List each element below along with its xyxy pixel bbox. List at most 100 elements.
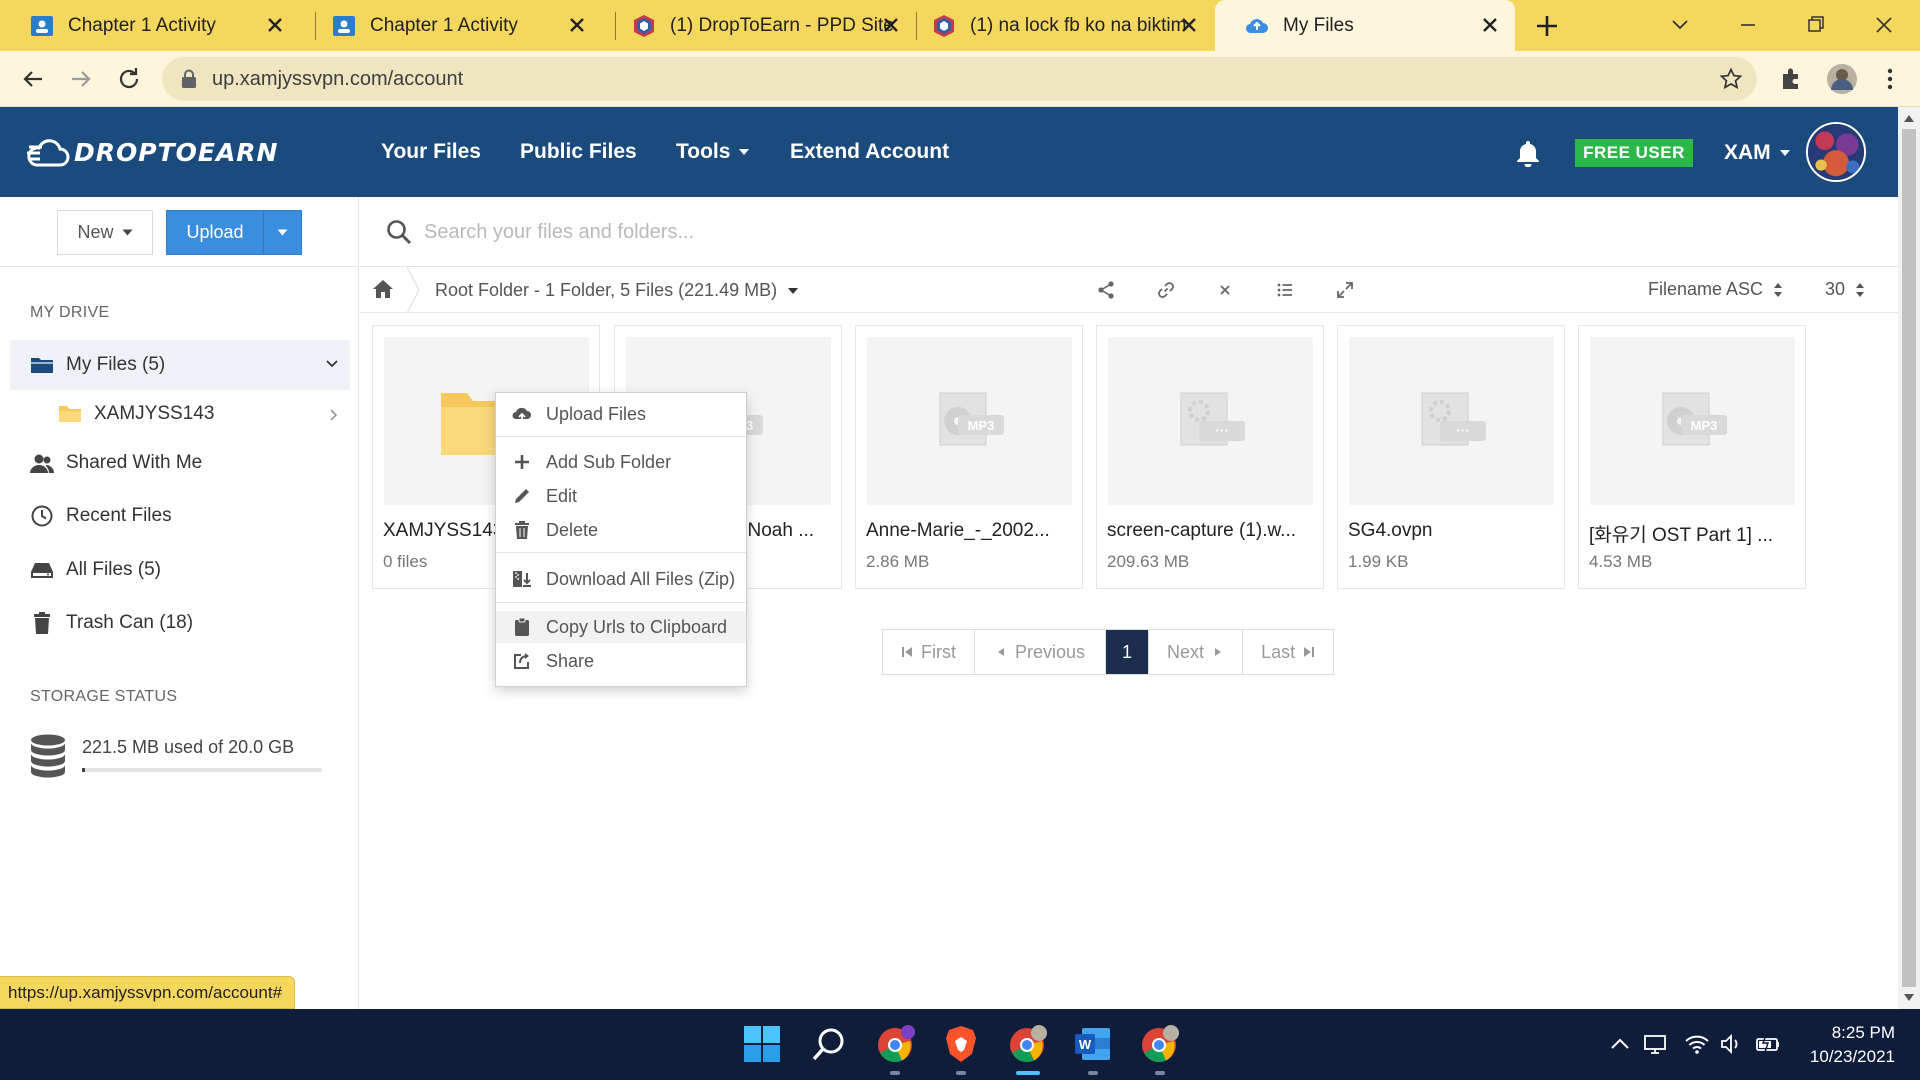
- caret-down-icon[interactable]: [277, 229, 288, 236]
- wifi-icon[interactable]: [1685, 1033, 1709, 1055]
- fullscreen-icon[interactable]: [1335, 280, 1355, 300]
- new-button[interactable]: New: [57, 210, 153, 255]
- profile-avatar-icon[interactable]: [1826, 63, 1858, 95]
- upload-button[interactable]: Upload: [166, 210, 302, 255]
- browser-tab-4[interactable]: (1) na lock fb ko na biktim: [902, 0, 1214, 51]
- pager-current-page[interactable]: 1: [1106, 630, 1150, 674]
- user-menu[interactable]: XAM: [1724, 137, 1791, 169]
- bookmark-star-icon[interactable]: [1719, 67, 1743, 91]
- close-icon[interactable]: [566, 14, 588, 36]
- kebab-menu-icon[interactable]: [1876, 65, 1904, 93]
- pager-previous-label: Previous: [1015, 641, 1086, 662]
- menu-item-label: Upload Files: [546, 403, 647, 424]
- restore-icon[interactable]: [1801, 10, 1831, 40]
- url-text: up.xamjyssvpn.com/account: [212, 68, 464, 90]
- nav-tools[interactable]: Tools: [676, 107, 750, 197]
- cloud-icon: [1245, 18, 1268, 33]
- folder-open-icon: [31, 358, 53, 373]
- search-icon[interactable]: [808, 1023, 850, 1065]
- close-icon[interactable]: [264, 14, 286, 36]
- page-scrollbar[interactable]: [1898, 107, 1920, 1009]
- menu-item-copy-urls[interactable]: Copy Urls to Clipboard: [496, 611, 746, 643]
- search-icon: [387, 220, 412, 245]
- sort-select[interactable]: Filename ASC: [1648, 279, 1783, 300]
- pager-first[interactable]: First: [883, 630, 975, 674]
- home-icon[interactable]: [372, 279, 394, 299]
- minimize-icon[interactable]: [1733, 10, 1763, 40]
- scroll-down-arrow-icon[interactable]: [1903, 993, 1915, 1003]
- scrollbar-thumb[interactable]: [1902, 129, 1916, 987]
- volume-icon[interactable]: [1719, 1033, 1743, 1055]
- sidebar-item-label: Recent Files: [66, 505, 172, 526]
- file-card-mp3[interactable]: MP3 [화유기 OST Part 1] ... 4.53 MB: [1578, 325, 1806, 589]
- file-card-generic[interactable]: ··· SG4.ovpn 1.99 KB: [1337, 325, 1565, 589]
- sidebar-item-label: My Files (5): [66, 354, 166, 375]
- taskbar-clock[interactable]: 8:25 PM 10/23/2021: [1800, 1021, 1895, 1069]
- menu-item-delete[interactable]: Delete: [496, 514, 746, 546]
- chevron-down-icon[interactable]: [326, 360, 338, 368]
- browser-tab-1[interactable]: Chapter 1 Activity: [0, 0, 300, 51]
- word-icon[interactable]: W: [1072, 1023, 1114, 1065]
- clear-selection-icon[interactable]: [1215, 280, 1235, 300]
- username: XAM: [1724, 141, 1771, 164]
- sidebar-item-recent[interactable]: Recent Files: [10, 491, 350, 541]
- battery-charging-icon[interactable]: [1756, 1033, 1780, 1055]
- nav-extend-account[interactable]: Extend Account: [790, 107, 949, 197]
- back-arrow-icon[interactable]: [18, 64, 48, 94]
- bell-icon[interactable]: [1515, 139, 1541, 167]
- close-icon[interactable]: [880, 14, 902, 36]
- sidebar-actions: New Upload: [0, 197, 359, 267]
- sidebar-item-trash[interactable]: Trash Can (18): [10, 598, 350, 648]
- new-tab-icon[interactable]: [1533, 12, 1561, 40]
- sidebar-item-label: XAMJYSS143: [94, 403, 215, 424]
- sidebar-subfolder-xamjyss143[interactable]: XAMJYSS143: [58, 393, 350, 435]
- browser-tab-2[interactable]: Chapter 1 Activity: [302, 0, 602, 51]
- menu-item-label: Download All Files (Zip): [546, 568, 736, 589]
- sidebar-item-all-files[interactable]: All Files (5): [10, 545, 350, 595]
- tab-search-chevron-icon[interactable]: [1665, 10, 1695, 40]
- sidebar-item-my-files[interactable]: My Files (5): [10, 340, 350, 390]
- forward-arrow-icon[interactable]: [66, 64, 96, 94]
- share-icon[interactable]: [1096, 280, 1116, 300]
- scroll-up-arrow-icon[interactable]: [1903, 113, 1915, 123]
- extensions-puzzle-icon[interactable]: [1778, 65, 1806, 93]
- windows-start-icon[interactable]: [741, 1023, 783, 1065]
- window-close-icon[interactable]: [1869, 10, 1899, 40]
- browser-tab-5-active[interactable]: My Files: [1215, 0, 1515, 51]
- address-bar[interactable]: up.xamjyssvpn.com/account: [162, 57, 1757, 101]
- close-icon[interactable]: [1479, 14, 1501, 36]
- search-input[interactable]: [424, 212, 1324, 252]
- chevron-right-icon[interactable]: [330, 409, 338, 421]
- chrome-profile-2-icon[interactable]: [1139, 1023, 1181, 1065]
- file-card-generic[interactable]: ··· screen-capture (1).w... 209.63 MB: [1096, 325, 1324, 589]
- pager-next[interactable]: Next: [1149, 630, 1244, 674]
- menu-item-edit[interactable]: Edit: [496, 480, 746, 512]
- chrome-profile-icon[interactable]: [875, 1023, 917, 1065]
- pager-previous[interactable]: Previous: [975, 630, 1107, 674]
- user-avatar[interactable]: [1806, 122, 1866, 182]
- site-logo[interactable]: DROPTOEARN: [26, 135, 278, 169]
- nav-your-files[interactable]: Your Files: [381, 107, 481, 197]
- chrome-active-icon[interactable]: [1007, 1023, 1049, 1065]
- browser-tab-3[interactable]: (1) DropToEarn - PPD Site: [602, 0, 916, 51]
- taskbar-running-indicator: [1155, 1071, 1165, 1075]
- pager-last[interactable]: Last: [1243, 630, 1333, 674]
- reload-icon[interactable]: [114, 64, 144, 94]
- list-view-icon[interactable]: [1275, 280, 1295, 300]
- brave-browser-icon[interactable]: [940, 1023, 982, 1065]
- menu-item-download-all[interactable]: Download All Files (Zip): [496, 563, 746, 595]
- chevron-up-icon[interactable]: [1608, 1033, 1632, 1055]
- sidebar-item-shared[interactable]: Shared With Me: [10, 438, 350, 488]
- generic-file-icon: ···: [1421, 392, 1486, 446]
- menu-item-add-sub-folder[interactable]: Add Sub Folder: [496, 446, 746, 478]
- menu-item-upload-files[interactable]: Upload Files: [496, 398, 746, 430]
- per-page-select[interactable]: 30: [1825, 279, 1865, 300]
- nav-public-files[interactable]: Public Files: [520, 107, 637, 197]
- menu-item-share[interactable]: Share: [496, 645, 746, 677]
- file-card-mp3[interactable]: MP3 Anne-Marie_-_2002... 2.86 MB: [855, 325, 1083, 589]
- file-thumbnail: ···: [1108, 337, 1313, 505]
- link-icon[interactable]: [1156, 280, 1176, 300]
- network-monitor-icon[interactable]: [1643, 1033, 1667, 1055]
- breadcrumb[interactable]: Root Folder - 1 Folder, 5 Files (221.49 …: [435, 280, 799, 301]
- close-icon[interactable]: [1178, 14, 1200, 36]
